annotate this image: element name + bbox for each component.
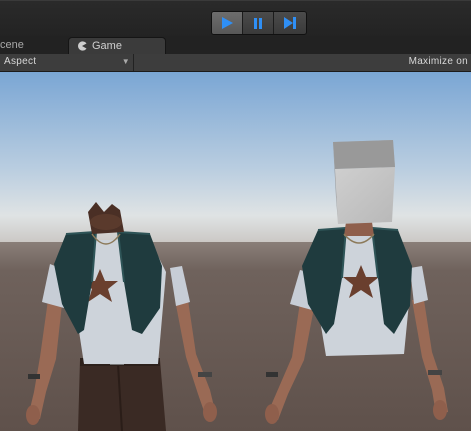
dropdown-arrow-icon: ▼: [121, 57, 130, 66]
game-view-icon: [78, 41, 87, 51]
maximize-label: Maximize on: [408, 56, 468, 67]
playback-controls: [211, 11, 307, 35]
play-icon: [222, 17, 233, 29]
aspect-dropdown[interactable]: Aspect ▼: [0, 54, 134, 71]
pause-icon: [254, 18, 262, 29]
tab-scene-label: cene: [0, 39, 24, 51]
game-viewport[interactable]: [0, 72, 471, 431]
editor-toolbar: [0, 0, 471, 37]
tab-game-label: Game: [92, 39, 122, 52]
maximize-on-play-toggle[interactable]: Maximize on: [409, 54, 468, 70]
tab-bar: cene Game: [0, 36, 471, 54]
game-view-toolbar: Aspect ▼ Maximize on: [0, 54, 471, 72]
aspect-label: Aspect: [4, 56, 37, 67]
pause-button[interactable]: [243, 12, 274, 34]
step-button[interactable]: [274, 12, 305, 34]
scene-render: [0, 72, 471, 431]
tab-scene[interactable]: cene: [0, 37, 58, 54]
tab-game[interactable]: Game: [68, 37, 166, 54]
step-icon: [283, 17, 296, 29]
play-button[interactable]: [212, 12, 243, 34]
cube-head: [333, 140, 395, 224]
